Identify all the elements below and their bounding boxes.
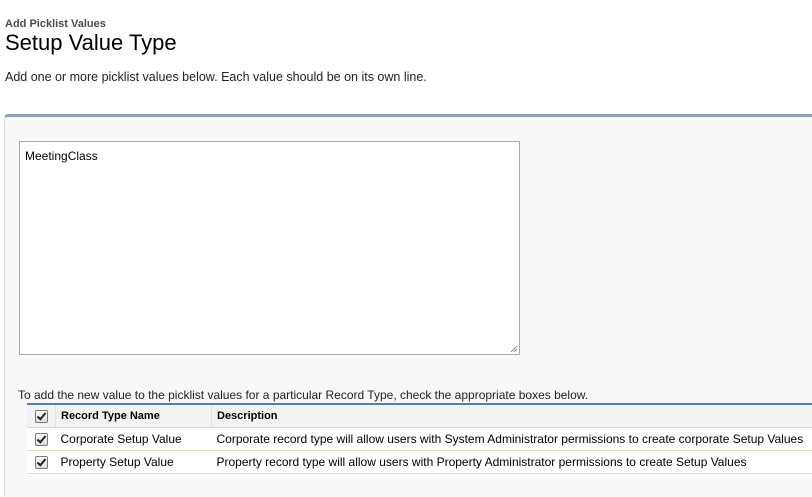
record-type-checkbox[interactable] (35, 433, 48, 446)
page-title: Setup Value Type (5, 31, 177, 55)
table-row: Property Setup Value Property record typ… (27, 451, 812, 474)
page-header: Add Picklist Values Setup Value Type (5, 18, 177, 55)
table-row: Corporate Setup Value Corporate record t… (27, 428, 812, 451)
intro-text: Add one or more picklist values below. E… (5, 70, 427, 84)
record-type-table: Record Type Name Description Corporate S… (27, 403, 812, 474)
record-type-description: Property record type will allow users wi… (212, 451, 812, 474)
column-header-record-type-name: Record Type Name (56, 404, 212, 428)
record-type-description: Corporate record type will allow users w… (212, 428, 812, 451)
record-type-name: Corporate Setup Value (56, 428, 212, 451)
row-checkbox-cell (27, 451, 56, 474)
picklist-values-text: MeetingClass (25, 149, 98, 163)
picklist-values-textarea[interactable]: MeetingClass (19, 141, 520, 355)
column-header-description: Description (212, 404, 812, 428)
record-type-checkbox[interactable] (35, 456, 48, 469)
record-type-instructions: To add the new value to the picklist val… (18, 388, 588, 402)
select-all-cell (27, 404, 56, 428)
row-checkbox-cell (27, 428, 56, 451)
resize-grip-icon[interactable] (510, 345, 518, 353)
table-header-row: Record Type Name Description (27, 404, 812, 428)
record-type-name: Property Setup Value (56, 451, 212, 474)
select-all-checkbox[interactable] (35, 410, 48, 423)
